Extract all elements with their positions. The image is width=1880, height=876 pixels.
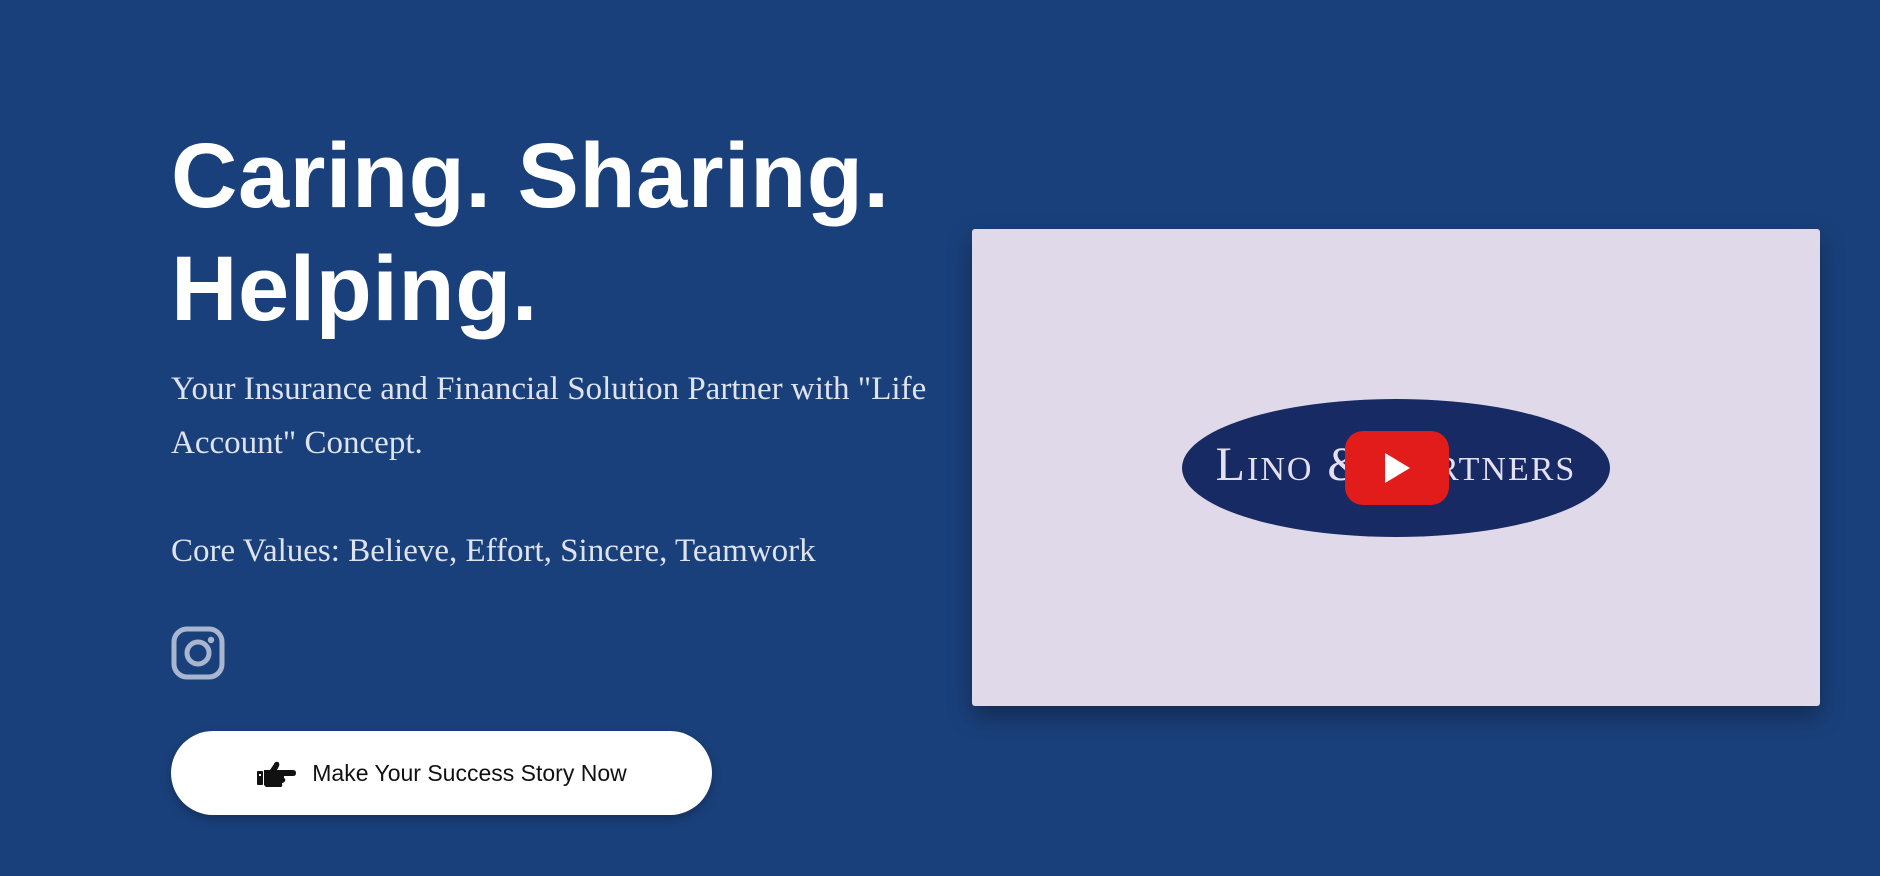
pointing-hand-icon [256, 757, 297, 789]
instagram-icon[interactable] [171, 626, 225, 680]
cta-label: Make Your Success Story Now [312, 759, 627, 786]
hero-headline: Caring. Sharing. Helping. [171, 120, 931, 346]
core-values-text: Core Values: Believe, Effort, Sincere, T… [171, 533, 816, 569]
headline-line-1: Caring. Sharing. [171, 125, 890, 227]
video-embed[interactable]: Lino & Partners [972, 229, 1820, 706]
headline-line-2: Helping. [171, 238, 538, 340]
hero-text-block: Caring. Sharing. Helping. Your Insurance… [171, 120, 931, 578]
hero-tagline: Your Insurance and Financial Solution Pa… [171, 371, 927, 461]
success-story-button[interactable]: Make Your Success Story Now [171, 731, 712, 815]
youtube-play-icon[interactable] [1345, 431, 1449, 505]
